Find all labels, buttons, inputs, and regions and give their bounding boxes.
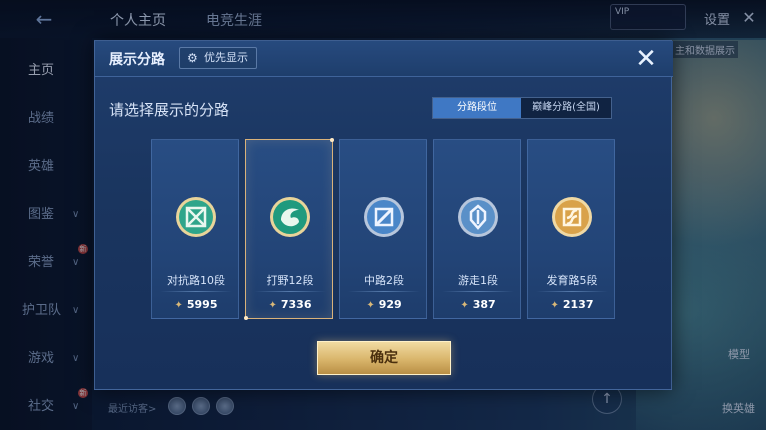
selection-corner [244,316,248,320]
points-value: 2137 [562,298,594,311]
tab-peak-lane[interactable]: 巅峰分路(全国) [521,98,611,118]
gear-icon: ⚙ [187,51,198,65]
points-value: 7336 [280,298,312,311]
divider [536,291,608,292]
divider [348,291,420,292]
clash-lane-icon [175,196,217,238]
divider [254,291,326,292]
lane-points: ✦ 929 [340,298,428,311]
lane-card-clash[interactable]: 对抗路10段 ✦ 5995 [151,139,239,319]
points-value: 387 [472,298,496,311]
close-icon[interactable]: ✕ [631,45,661,75]
roam-icon [457,196,499,238]
priority-display-button[interactable]: ⚙ 优先显示 [179,47,257,69]
lane-points: ✦ 7336 [246,298,334,311]
divider [442,291,514,292]
segment-control: 分路段位 巅峰分路(全国) [432,97,612,119]
dialog-prompt: 请选择展示的分路 [109,101,230,119]
points-icon: ✦ [460,300,469,311]
points-icon: ✦ [550,300,559,311]
lane-label: 打野12段 [266,274,314,287]
dialog-title: 展示分路 [109,52,165,68]
points-icon: ✦ [268,300,277,311]
priority-display-label: 优先显示 [204,51,248,64]
lane-card-jungle[interactable]: 打野12段 ✦ 7336 [244,138,334,320]
jungle-icon [269,196,311,238]
lane-card-mid[interactable]: 中路2段 ✦ 929 [339,139,427,319]
farm-lane-icon [551,196,593,238]
points-value: 5995 [186,298,218,311]
mid-lane-icon [363,196,405,238]
points-value: 929 [378,298,402,311]
selection-corner [330,138,334,142]
lane-points: ✦ 2137 [528,298,616,311]
points-icon: ✦ [174,300,183,311]
divider [160,291,232,292]
lane-display-dialog: 展示分路 ⚙ 优先显示 ✕ 请选择展示的分路 分路段位 巅峰分路(全国) 对抗路… [94,40,673,390]
tab-lane-rank[interactable]: 分路段位 [433,98,521,118]
lane-label: 对抗路10段 [167,274,225,287]
lane-points: ✦ 387 [434,298,522,311]
lane-label: 发育路5段 [546,274,598,287]
lane-label: 游走1段 [458,274,498,287]
lane-card-roam[interactable]: 游走1段 ✦ 387 [433,139,521,319]
lane-card-farm[interactable]: 发育路5段 ✦ 2137 [527,139,615,319]
dialog-header: 展示分路 ⚙ 优先显示 ✕ [95,41,673,77]
lane-label: 中路2段 [364,274,404,287]
confirm-button[interactable]: 确定 [317,341,451,375]
points-icon: ✦ [366,300,375,311]
lane-points: ✦ 5995 [152,298,240,311]
